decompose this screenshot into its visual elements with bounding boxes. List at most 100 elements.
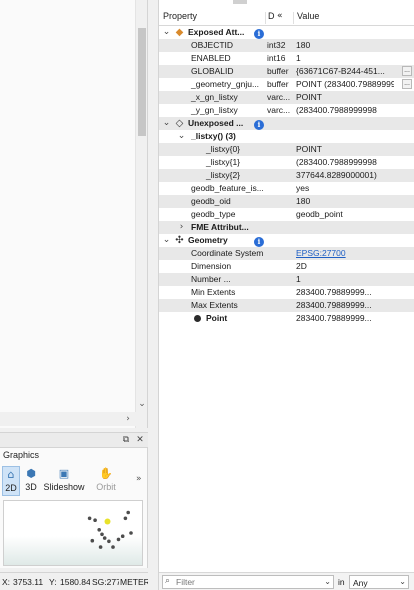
- chevron-down-icon[interactable]: ⌄: [162, 26, 171, 39]
- point-marker[interactable]: [93, 518, 97, 522]
- navigator-panel: ⌄ ›: [0, 0, 148, 428]
- attribute-row[interactable]: _y_gn_listxy varc... (283400.7988999998: [159, 104, 414, 117]
- point-marker[interactable]: [129, 531, 133, 535]
- attribute-row[interactable]: _geometry_gnju... buffer POINT (283400.7…: [159, 78, 414, 91]
- type-column-header[interactable]: D: [268, 11, 275, 21]
- point-marker[interactable]: [102, 536, 107, 540]
- point-label: Point: [206, 313, 228, 323]
- more-tools-icon[interactable]: »: [136, 474, 142, 484]
- graphics-panel: Graphics ⌂ 2D ⬢ 3D ▣ Slideshow ✋ Orbit »: [0, 448, 148, 568]
- geometry-row[interactable]: Min Extents 283400.79889999...: [159, 286, 414, 299]
- view-3d-button[interactable]: ⬢ 3D: [22, 466, 40, 496]
- attribute-type: buffer: [267, 66, 289, 76]
- value-column-header[interactable]: Value: [297, 11, 319, 21]
- chevron-down-icon[interactable]: ⌄: [324, 577, 331, 586]
- expand-value-button[interactable]: ...: [402, 79, 412, 89]
- in-label: in: [338, 577, 345, 587]
- point-marker[interactable]: [87, 516, 92, 521]
- selected-point[interactable]: [104, 518, 111, 525]
- close-icon[interactable]: ✕: [134, 434, 146, 446]
- fme-attributes-group[interactable]: › FME Attribut...: [159, 221, 414, 234]
- point-marker[interactable]: [123, 516, 128, 521]
- splitter-handle[interactable]: [233, 0, 247, 4]
- unexposed-attributes-group[interactable]: ⌄ ◇ Unexposed ... i: [159, 117, 414, 130]
- attribute-row[interactable]: _x_gn_listxy varc... POINT: [159, 91, 414, 104]
- list-item-row[interactable]: _listxy{0} POINT: [159, 143, 414, 156]
- y-coord-value: 1580.84: [60, 577, 90, 587]
- geometry-row[interactable]: Number ... 1: [159, 273, 414, 286]
- point-cloud: [87, 510, 133, 549]
- slideshow-button[interactable]: ▣ Slideshow: [43, 466, 85, 496]
- x-coord-label: X:: [2, 577, 11, 587]
- collapse-column-icon[interactable]: «: [277, 11, 283, 21]
- list-item-row[interactable]: _listxy{1} (283400.7988999998: [159, 156, 414, 169]
- scrollbar-thumb[interactable]: [138, 28, 146, 136]
- graphics-title: Graphics: [3, 450, 40, 460]
- chevron-down-icon[interactable]: ⌄: [162, 234, 171, 247]
- geometry-property: Max Extents: [191, 300, 238, 310]
- vertical-scrollbar[interactable]: ⌄: [135, 0, 147, 428]
- column-divider[interactable]: [265, 12, 266, 24]
- orbit-button[interactable]: ✋ Orbit: [92, 466, 120, 496]
- attribute-row[interactable]: ENABLED int16 1: [159, 52, 414, 65]
- info-glyph: i: [254, 237, 264, 247]
- point-marker[interactable]: [98, 545, 103, 549]
- geometry-row[interactable]: Max Extents 283400.79889999...: [159, 299, 414, 312]
- expand-value-button[interactable]: ...: [402, 66, 412, 76]
- point-marker[interactable]: [100, 532, 104, 537]
- point-marker[interactable]: [90, 538, 95, 543]
- geometry-group[interactable]: ⌄ ✣ Geometry i: [159, 234, 414, 247]
- attribute-row[interactable]: OBJECTID int32 180: [159, 39, 414, 52]
- group-label: FME Attribut...: [191, 222, 249, 232]
- point-marker[interactable]: [107, 539, 111, 544]
- chevron-down-icon[interactable]: ⌄: [162, 117, 171, 130]
- attribute-row[interactable]: geodb_type geodb_point: [159, 208, 414, 221]
- filter-input[interactable]: [176, 577, 320, 587]
- view-3d-label: 3D: [25, 482, 37, 492]
- filter-scope-select[interactable]: Any ⌄: [349, 575, 409, 589]
- float-panel-icon[interactable]: ⧉: [120, 434, 132, 446]
- attribute-name: _y_gn_listxy: [191, 105, 238, 115]
- info-icon[interactable]: i: [254, 117, 266, 130]
- attribute-value: (283400.7988999998: [296, 157, 377, 167]
- attribute-value: POINT (283400.79889999...: [296, 79, 394, 89]
- list-item-row[interactable]: _listxy{2} 377644.8289000001): [159, 169, 414, 182]
- point-marker[interactable]: [111, 545, 115, 549]
- scroll-down-icon[interactable]: ⌄: [136, 398, 148, 410]
- chevron-right-icon[interactable]: ›: [177, 221, 186, 234]
- list-group[interactable]: ⌄ _listxy() (3): [159, 130, 414, 143]
- point-row[interactable]: Point 283400.79889999...: [159, 312, 414, 325]
- chevron-down-icon[interactable]: ⌄: [177, 130, 186, 143]
- search-icon: ⌕: [165, 576, 171, 586]
- point-marker[interactable]: [126, 510, 130, 515]
- attribute-name: OBJECTID: [191, 40, 234, 50]
- view-2d-button[interactable]: ⌂ 2D: [2, 466, 20, 496]
- geometry-row[interactable]: Dimension 2D: [159, 260, 414, 273]
- attribute-row[interactable]: geodb_feature_is... yes: [159, 182, 414, 195]
- attribute-type: buffer: [267, 79, 289, 89]
- exposed-attributes-group[interactable]: ⌄ ◆ Exposed Att... i: [159, 26, 414, 39]
- scroll-right-icon[interactable]: ›: [122, 413, 134, 425]
- coordinate-system-link[interactable]: EPSG:27700: [296, 247, 400, 260]
- geometry-icon: ✣: [175, 235, 184, 246]
- point-marker[interactable]: [116, 537, 121, 542]
- point-marker[interactable]: [97, 528, 101, 532]
- info-icon[interactable]: i: [254, 26, 266, 39]
- property-column-header[interactable]: Property: [163, 11, 197, 21]
- 3d-view-icon: ⬢: [26, 467, 36, 480]
- attribute-type: varc...: [267, 105, 291, 115]
- geometry-property: Min Extents: [191, 287, 236, 297]
- attribute-row[interactable]: GLOBALID buffer {63671C67-B244-451... ..…: [159, 65, 414, 78]
- attribute-value: 180: [296, 196, 311, 206]
- geometry-row[interactable]: Coordinate System EPSG:27700: [159, 247, 414, 260]
- attribute-row[interactable]: geodb_oid 180: [159, 195, 414, 208]
- graphics-canvas[interactable]: [3, 500, 143, 566]
- filter-box[interactable]: ⌕ ⌄: [162, 575, 334, 589]
- chevron-down-icon[interactable]: ⌄: [399, 577, 406, 586]
- column-divider[interactable]: [293, 12, 294, 24]
- info-icon[interactable]: i: [254, 234, 266, 247]
- attribute-name: geodb_oid: [191, 196, 231, 206]
- horizontal-scrollbar[interactable]: ›: [0, 412, 136, 426]
- point-marker[interactable]: [120, 534, 125, 538]
- attribute-type: varc...: [267, 92, 291, 102]
